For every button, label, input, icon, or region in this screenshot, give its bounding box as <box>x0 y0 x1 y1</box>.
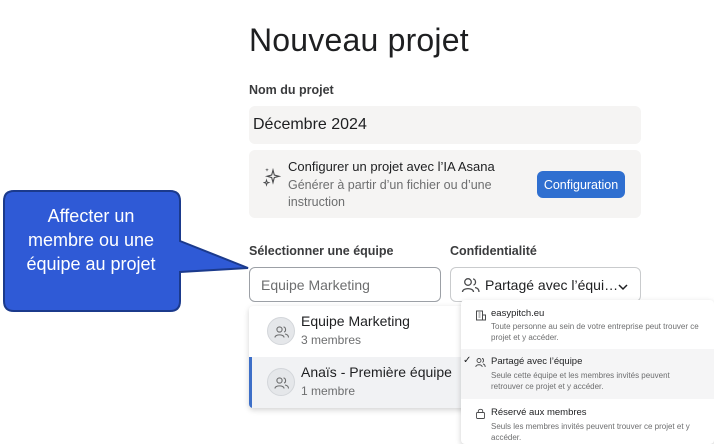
team-option[interactable]: Equipe Marketing 3 membres <box>249 306 481 357</box>
team-option-count: 1 membre <box>301 384 356 398</box>
privacy-label: Confidentialité <box>450 244 537 258</box>
configuration-button[interactable]: Configuration <box>537 171 625 198</box>
chevron-down-icon <box>617 279 629 291</box>
privacy-value: Partagé avec l’équi… <box>485 277 619 293</box>
ai-setup-card: Configurer un projet avec l’IA Asana Gén… <box>249 150 641 218</box>
people-icon <box>475 355 486 368</box>
team-avatar <box>267 368 295 396</box>
sparkle-icon <box>262 167 282 187</box>
ai-setup-subtitle: Générer à partir d’un fichier ou d’une i… <box>288 178 492 209</box>
privacy-option-members[interactable]: Réservé aux membres Seuls les membres in… <box>461 400 714 444</box>
ai-setup-title: Configurer un projet avec l’IA Asana <box>288 159 495 174</box>
privacy-option-organization[interactable]: easypitch.eu Toute personne au sein de v… <box>461 300 714 348</box>
lock-icon <box>475 406 486 419</box>
team-option-count: 3 membres <box>301 333 362 347</box>
annotation-text: Affecter un membre ou une équipe au proj… <box>26 206 156 274</box>
privacy-option-desc: Seule cette équipe et les membres invité… <box>491 371 670 391</box>
privacy-option-title: Réservé aux membres <box>491 407 587 418</box>
privacy-option-team[interactable]: ✓ Partagé avec l’équipe Seule cette équi… <box>461 349 714 399</box>
project-name-label: Nom du projet <box>249 83 334 97</box>
privacy-option-title: Partagé avec l’équipe <box>491 356 583 367</box>
team-dropdown: Equipe Marketing 3 membres Anaïs - Premi… <box>249 306 481 408</box>
team-search-input[interactable]: Equipe Marketing <box>249 267 441 302</box>
building-icon <box>475 308 486 321</box>
privacy-option-desc: Toute personne au sein de votre entrepri… <box>491 322 699 342</box>
team-option[interactable]: Anaïs - Première équipe 1 membre <box>249 357 481 408</box>
team-select-label: Sélectionner une équipe <box>249 244 394 258</box>
page-title: Nouveau projet <box>249 22 469 58</box>
privacy-dropdown: easypitch.eu Toute personne au sein de v… <box>461 300 714 444</box>
people-icon <box>461 276 481 294</box>
team-option-name: Equipe Marketing <box>301 313 410 329</box>
team-option-name: Anaïs - Première équipe <box>301 364 452 380</box>
privacy-option-desc: Seuls les membres invités peuvent trouve… <box>491 422 690 442</box>
team-avatar <box>267 317 295 345</box>
checkmark-icon: ✓ <box>463 355 472 366</box>
privacy-option-title: easypitch.eu <box>491 308 545 319</box>
privacy-select[interactable]: Partagé avec l’équi… <box>450 267 641 302</box>
project-name-input[interactable]: Décembre 2024 <box>249 106 641 144</box>
